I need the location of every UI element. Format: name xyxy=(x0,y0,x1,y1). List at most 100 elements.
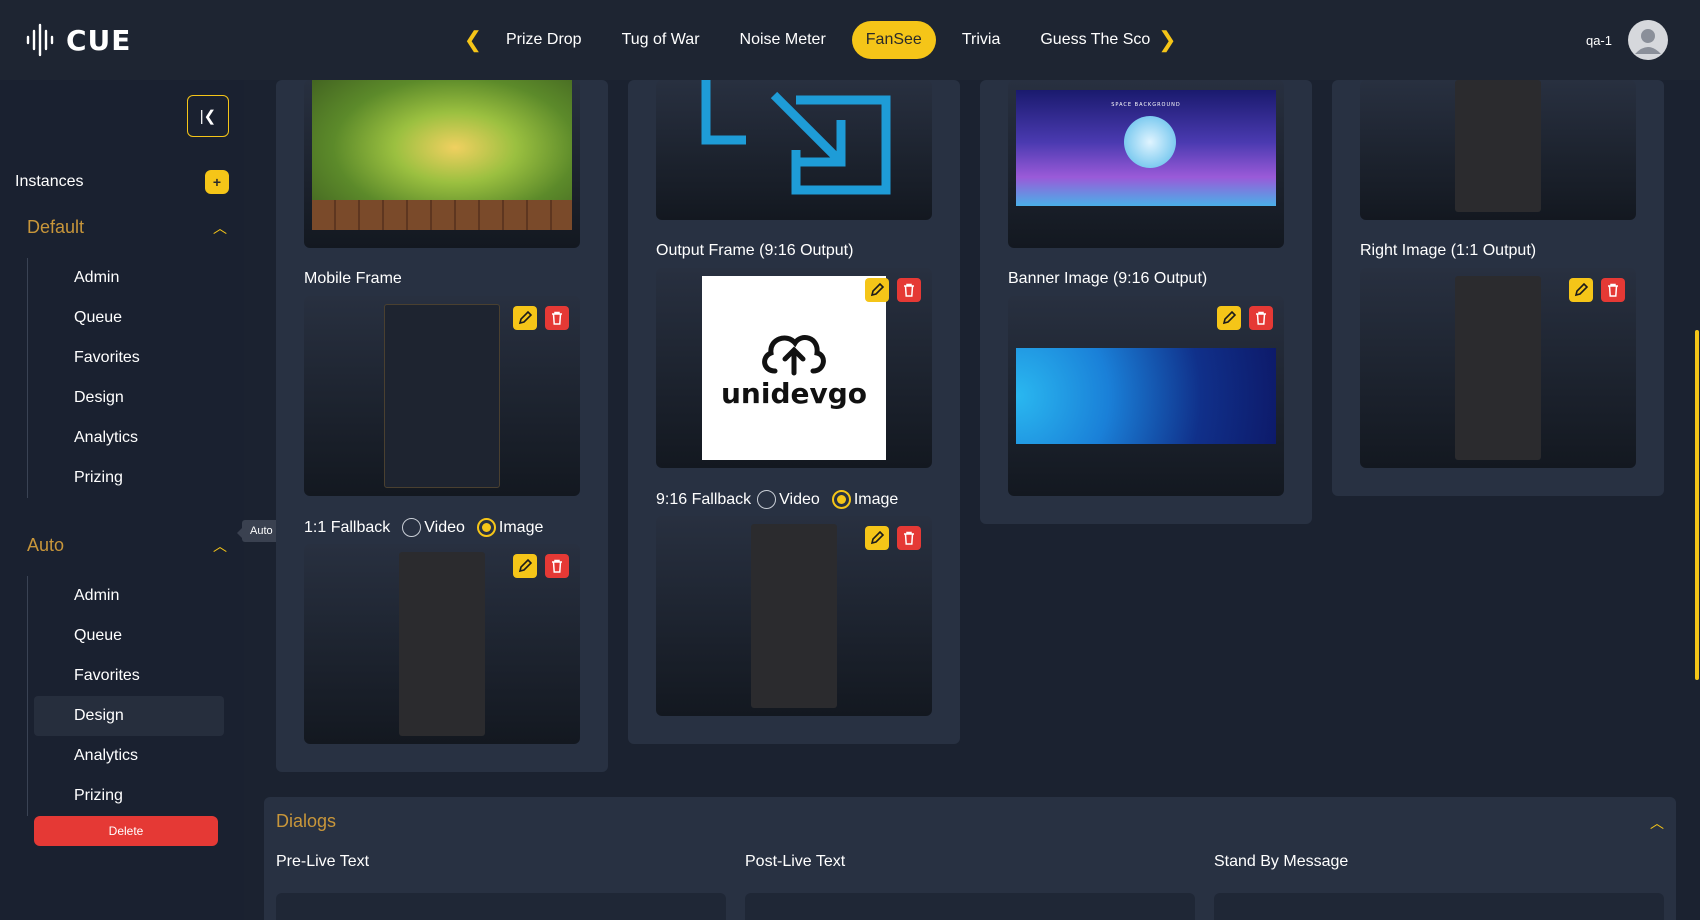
sidebar-item-favorites[interactable]: Favorites xyxy=(34,338,224,378)
sidebar-item-prizing[interactable]: Prizing xyxy=(34,458,224,498)
tooltip: Auto xyxy=(237,520,281,542)
sidebar-item-admin[interactable]: Admin xyxy=(34,258,224,298)
moon-image xyxy=(1124,116,1176,168)
avatar[interactable] xyxy=(1628,20,1668,60)
import-frame-icon xyxy=(701,80,891,195)
unidevgo-logo-image: unidevgo xyxy=(702,276,886,460)
top-bar: CUE ❮ Prize Drop Tug of War Noise Meter … xyxy=(0,0,1700,80)
mobile-frame-thumbnail xyxy=(304,296,580,496)
right-image-thumbnail xyxy=(1360,268,1636,468)
pencil-icon xyxy=(1574,283,1588,297)
tab-guess-the-score[interactable]: Guess The Sco xyxy=(1020,21,1154,59)
sidebar-item-queue[interactable]: Queue xyxy=(34,616,224,656)
image-radio[interactable] xyxy=(831,490,851,509)
tab-trivia[interactable]: Trivia xyxy=(942,21,1021,59)
video-radio[interactable] xyxy=(757,490,777,509)
pre-live-text-input[interactable] xyxy=(276,893,726,920)
game-nav: ❮ Prize Drop Tug of War Noise Meter FanS… xyxy=(460,21,1180,59)
stand-by-message-input[interactable] xyxy=(1214,893,1664,920)
edit-button[interactable] xyxy=(513,306,537,330)
dialogs-title: Dialogs xyxy=(276,811,337,831)
column-mobile: Mobile Frame 1:1 Fallback Video Image xyxy=(276,80,608,772)
group-default-header[interactable]: Default ︿ xyxy=(27,217,227,238)
delete-button[interactable] xyxy=(1601,278,1625,302)
pre-live-text-label: Pre-Live Text xyxy=(276,853,370,870)
sidebar-item-prizing[interactable]: Prizing xyxy=(34,776,224,816)
trash-icon xyxy=(904,283,914,297)
output-frame-label: Output Frame (9:16 Output) xyxy=(656,242,854,259)
brand-name: CUE xyxy=(66,23,132,57)
sidebar-item-queue[interactable]: Queue xyxy=(34,298,224,338)
delete-instance-button[interactable]: Delete xyxy=(34,816,218,846)
tab-prize-drop[interactable]: Prize Drop xyxy=(486,21,602,59)
group-label: Default xyxy=(27,217,85,237)
cue-logo[interactable]: CUE xyxy=(24,22,131,58)
scrollbar[interactable] xyxy=(1695,330,1699,680)
instances-header: Instances + xyxy=(15,170,229,194)
sidebar-item-admin[interactable]: Admin xyxy=(34,576,224,616)
trash-icon xyxy=(1608,283,1618,297)
phone-screenshot-image xyxy=(751,524,837,708)
edit-button[interactable] xyxy=(865,278,889,302)
edit-button[interactable] xyxy=(865,526,889,550)
nav-prev-icon[interactable]: ❮ xyxy=(460,21,486,59)
user-name: qa-1 xyxy=(1585,32,1612,48)
right-image-label: Right Image (1:1 Output) xyxy=(1360,242,1537,259)
sidebar-item-design[interactable]: Design xyxy=(34,696,224,736)
collapse-left-icon: |❮ xyxy=(199,108,217,125)
column-output: Output Frame (9:16 Output) unidevgo 9:16… xyxy=(628,80,960,744)
fallback-9-16-label: 9:16 Fallback xyxy=(656,490,752,508)
image-radio-label[interactable]: Image xyxy=(499,519,543,537)
delete-button[interactable] xyxy=(545,554,569,578)
chevron-up-icon[interactable]: ︿ xyxy=(213,536,227,556)
edit-button[interactable] xyxy=(1217,306,1241,330)
delete-button[interactable] xyxy=(545,306,569,330)
delete-button[interactable] xyxy=(1249,306,1273,330)
group-default-list: Admin Queue Favorites Design Analytics P… xyxy=(27,258,224,498)
video-radio-label[interactable]: Video xyxy=(424,519,465,537)
video-radio-label[interactable]: Video xyxy=(779,491,820,509)
user-icon xyxy=(1635,29,1661,54)
chevron-up-icon[interactable]: ︿ xyxy=(1650,813,1664,833)
nav-next-icon[interactable]: ❯ xyxy=(1154,21,1180,59)
forest-thumbnail xyxy=(304,80,580,248)
sidebar-item-favorites[interactable]: Favorites xyxy=(34,656,224,696)
trash-icon xyxy=(552,559,562,573)
blue-halftone-image xyxy=(1016,348,1276,444)
fallback-9-16-option: 9:16 Fallback Video Image xyxy=(656,490,898,509)
chevron-up-icon[interactable]: ︿ xyxy=(213,218,227,238)
video-radio[interactable] xyxy=(402,518,422,537)
edit-button[interactable] xyxy=(1569,278,1593,302)
waveform-icon xyxy=(26,23,54,57)
edit-button[interactable] xyxy=(513,554,537,578)
tab-noise-meter[interactable]: Noise Meter xyxy=(720,21,846,59)
post-live-text-input[interactable] xyxy=(745,893,1195,920)
space-caption: SPACE BACKGROUND xyxy=(1111,102,1181,108)
fallback-9-16-thumbnail xyxy=(656,516,932,716)
output-placeholder-thumbnail xyxy=(656,80,932,220)
output-frame-thumbnail: unidevgo xyxy=(656,268,932,468)
pencil-icon xyxy=(870,283,884,297)
space-thumbnail: SPACE BACKGROUND xyxy=(1008,80,1284,248)
image-radio-label[interactable]: Image xyxy=(854,491,898,509)
group-auto-header[interactable]: Auto ︿ xyxy=(27,535,227,556)
user-menu[interactable]: qa-1 xyxy=(1586,20,1668,60)
sidebar-item-analytics[interactable]: Analytics xyxy=(34,736,224,776)
dialogs-section: Dialogs ︿ Pre-Live Text Post-Live Text S… xyxy=(264,797,1676,920)
tab-fansee[interactable]: FanSee xyxy=(851,21,936,59)
sidebar: |❮ Instances + Default ︿ Admin Queue Fav… xyxy=(0,80,244,920)
banner-image-thumbnail xyxy=(1008,296,1284,496)
tab-tug-of-war[interactable]: Tug of War xyxy=(602,21,720,59)
sidebar-item-design[interactable]: Design xyxy=(34,378,224,418)
image-radio[interactable] xyxy=(476,518,496,537)
delete-button[interactable] xyxy=(897,526,921,550)
collapse-sidebar-button[interactable]: |❮ xyxy=(187,95,229,137)
space-background-image: SPACE BACKGROUND xyxy=(1016,90,1276,206)
add-instance-button[interactable]: + xyxy=(205,170,229,194)
trash-icon xyxy=(1256,311,1266,325)
sidebar-item-analytics[interactable]: Analytics xyxy=(34,418,224,458)
delete-button[interactable] xyxy=(897,278,921,302)
phone-frame-image xyxy=(384,304,500,488)
pencil-icon xyxy=(870,531,884,545)
phone-screenshot-image xyxy=(1455,276,1541,460)
